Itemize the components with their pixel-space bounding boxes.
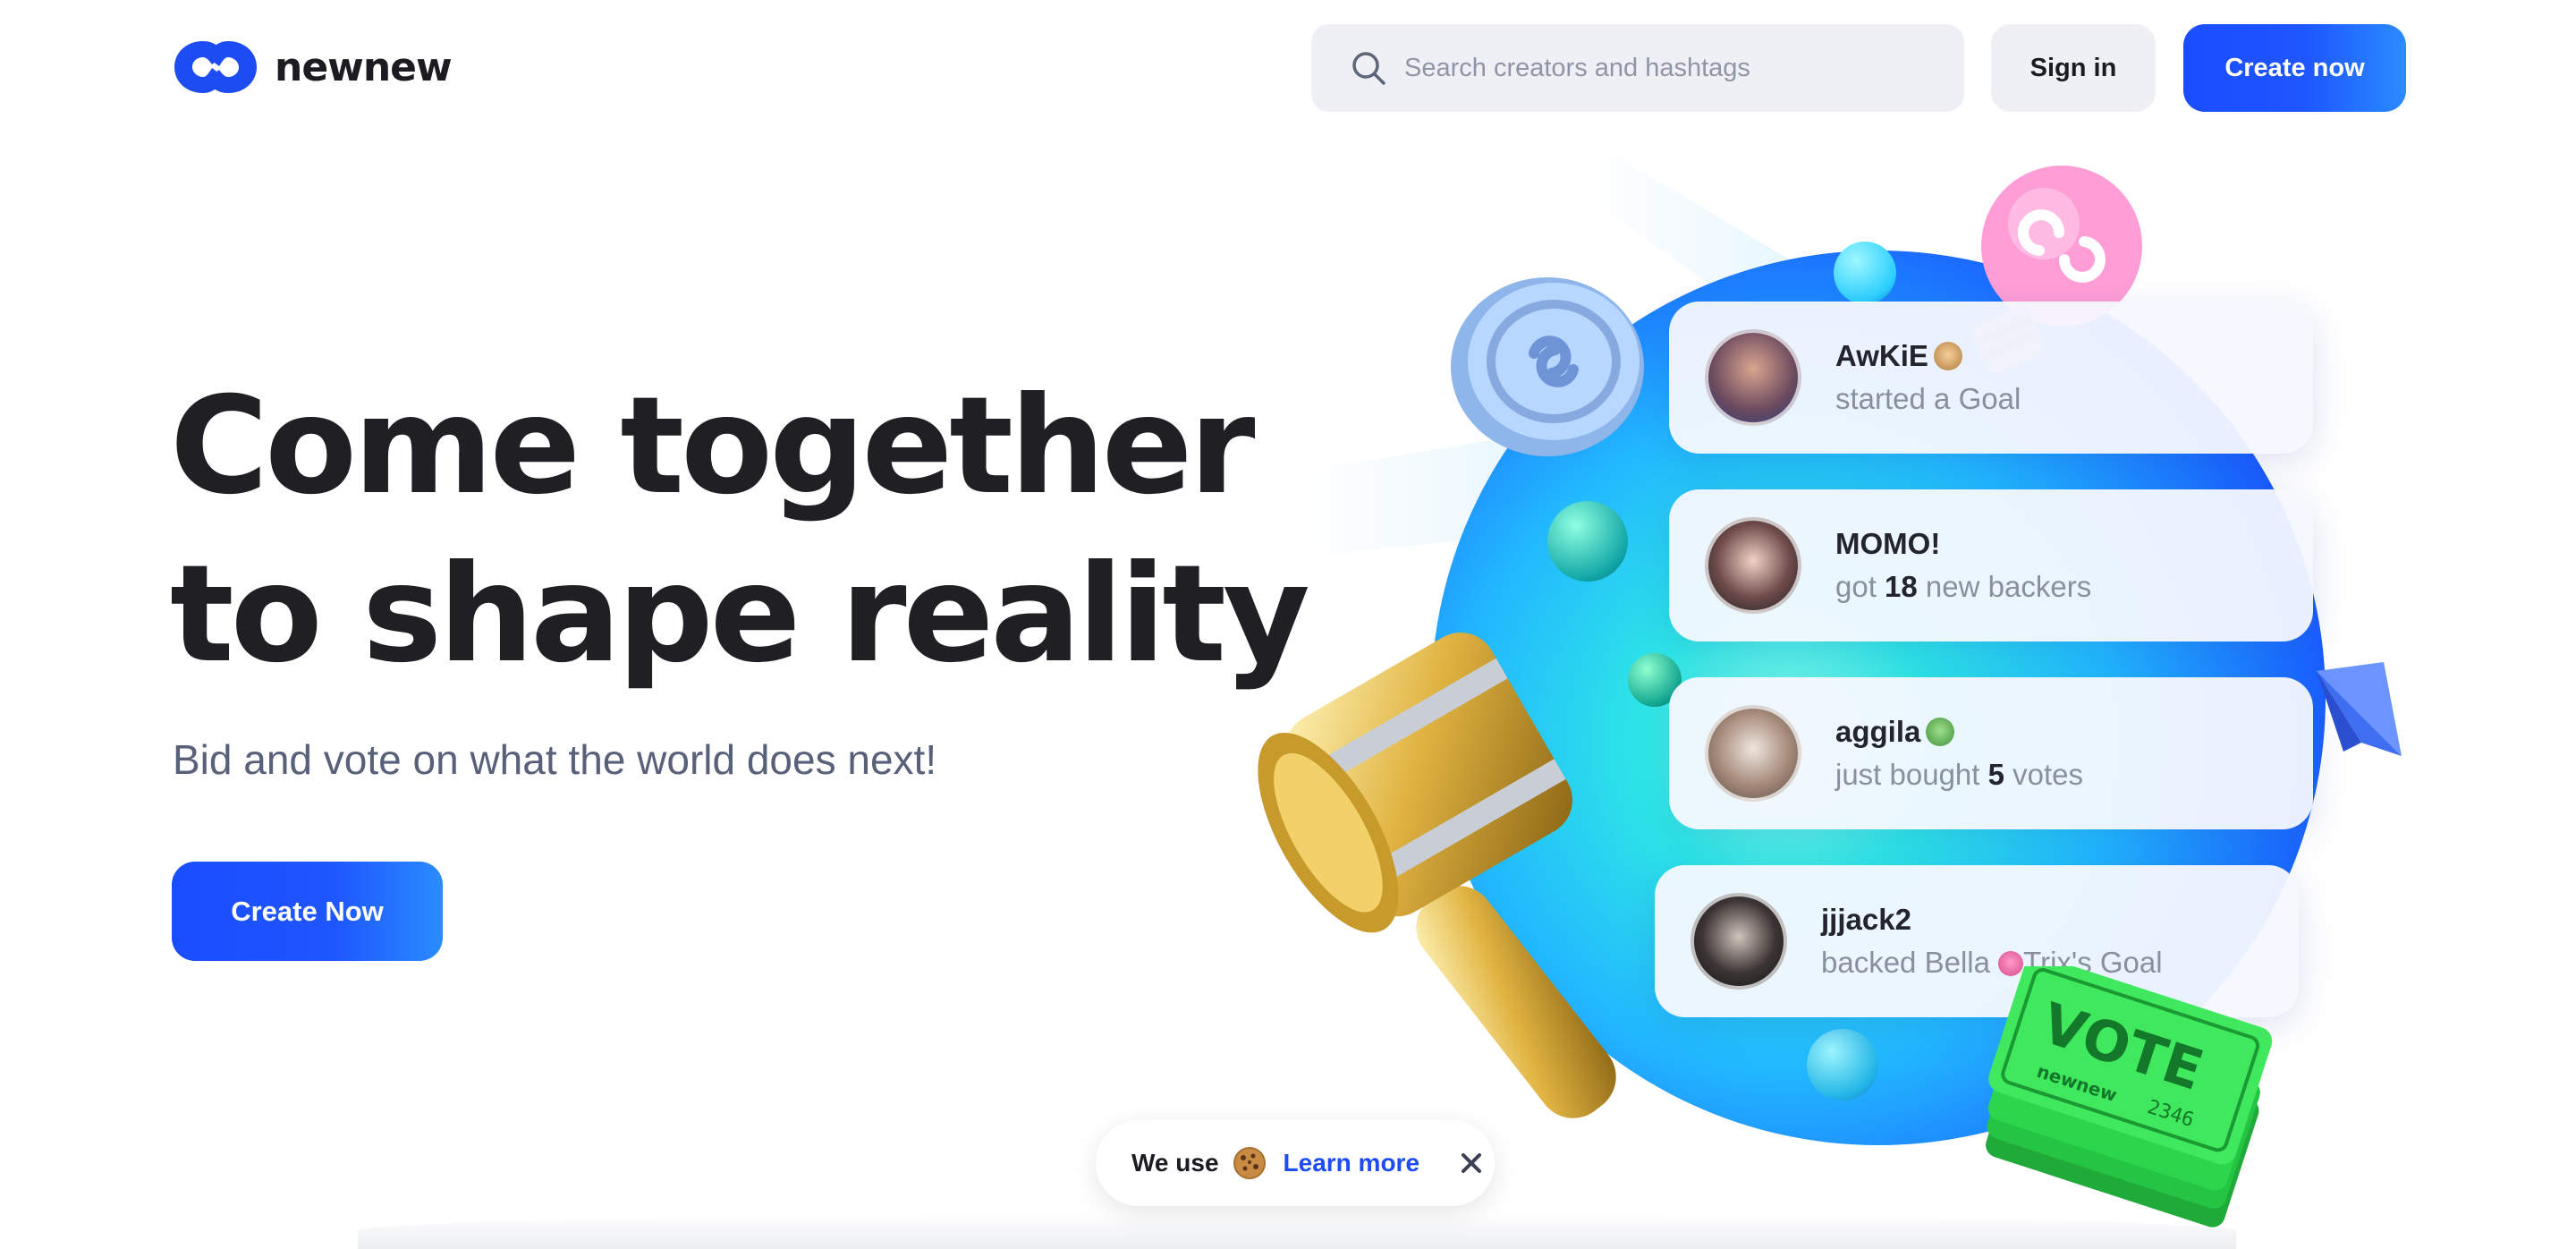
activity-description-prefix: just bought xyxy=(1835,758,1988,791)
avatar xyxy=(1705,517,1801,614)
logo[interactable]: newnew xyxy=(173,36,453,98)
activity-username-text: aggila xyxy=(1835,715,1921,748)
newnew-logo-icon xyxy=(174,41,257,93)
activity-username: MOMO! xyxy=(1835,527,2091,561)
activity-description-suffix: votes xyxy=(2004,758,2084,791)
create-now-hero-button[interactable]: Create Now xyxy=(172,862,443,961)
cookie-text: We use xyxy=(1131,1149,1219,1177)
avatar xyxy=(1705,705,1801,802)
bubble-decoration xyxy=(1807,1029,1878,1100)
activity-description: got 18 new backers xyxy=(1835,570,2091,604)
hero-illustration: AwKiE started a Goal MOMO! got 18 new ba… xyxy=(1252,134,2433,1249)
coin-decoration xyxy=(1451,277,1644,456)
brand-name: newnew xyxy=(275,44,453,90)
activity-username: jjjack2 xyxy=(1821,903,2163,937)
hero-subtitle: Bid and vote on what the world does next… xyxy=(173,736,937,783)
activity-card-text: aggila just bought 5 votes xyxy=(1835,715,2083,792)
activity-card-text: AwKiE started a Goal xyxy=(1835,339,2021,416)
vote-tickets-decoration: VOTE newnew 2346 xyxy=(1986,966,2273,1228)
close-icon[interactable] xyxy=(1459,1151,1484,1176)
hero-title-line-1: Come together xyxy=(170,369,1255,524)
activity-count: 5 xyxy=(1987,758,2004,791)
activity-description: just bought 5 votes xyxy=(1835,758,2083,792)
activity-username: aggila xyxy=(1835,715,2083,749)
activity-username-text: AwKiE xyxy=(1835,339,1928,372)
activity-username: AwKiE xyxy=(1835,339,2021,373)
activity-description-prefix: backed Bella xyxy=(1821,946,1990,979)
activity-description-suffix: new backers xyxy=(1917,570,2092,603)
activity-username-text: MOMO! xyxy=(1835,527,1941,560)
learn-more-link[interactable]: Learn more xyxy=(1284,1149,1420,1177)
avatar xyxy=(1705,329,1801,426)
search-icon xyxy=(1352,52,1385,85)
activity-card[interactable]: aggila just bought 5 votes xyxy=(1669,677,2313,829)
activity-count: 18 xyxy=(1885,570,1918,603)
activity-card[interactable]: MOMO! got 18 new backers xyxy=(1669,489,2313,641)
bubble-decoration xyxy=(1547,501,1628,582)
activity-card[interactable]: AwKiE started a Goal xyxy=(1669,302,2313,454)
search-bar[interactable] xyxy=(1311,24,1964,112)
cookie-icon xyxy=(1233,1147,1266,1179)
site-header: newnew Sign in Create now xyxy=(0,0,2576,134)
avatar xyxy=(1690,893,1787,990)
activity-description-prefix: got xyxy=(1835,570,1885,603)
bottom-shadow-decoration xyxy=(358,1213,2236,1249)
activity-description: started a Goal xyxy=(1835,382,2021,416)
search-input[interactable] xyxy=(1404,53,1941,83)
paper-plane-decoration xyxy=(2317,662,2402,756)
sign-in-button[interactable]: Sign in xyxy=(1991,24,2156,112)
monkey-emoji-icon xyxy=(1933,342,1962,370)
create-now-header-button[interactable]: Create now xyxy=(2183,24,2406,112)
activity-card-text: MOMO! got 18 new backers xyxy=(1835,527,2091,604)
hero-title-line-2: to shape reality xyxy=(170,537,1310,692)
cookie-banner: We use Learn more xyxy=(1096,1120,1495,1206)
bubble-decoration xyxy=(1834,242,1896,304)
dragon-emoji-icon xyxy=(1926,718,1955,746)
hero-title: Come together to shape reality xyxy=(170,362,1333,699)
activity-description-text: started a Goal xyxy=(1835,382,2021,415)
activity-username-text: jjjack2 xyxy=(1821,903,1911,936)
